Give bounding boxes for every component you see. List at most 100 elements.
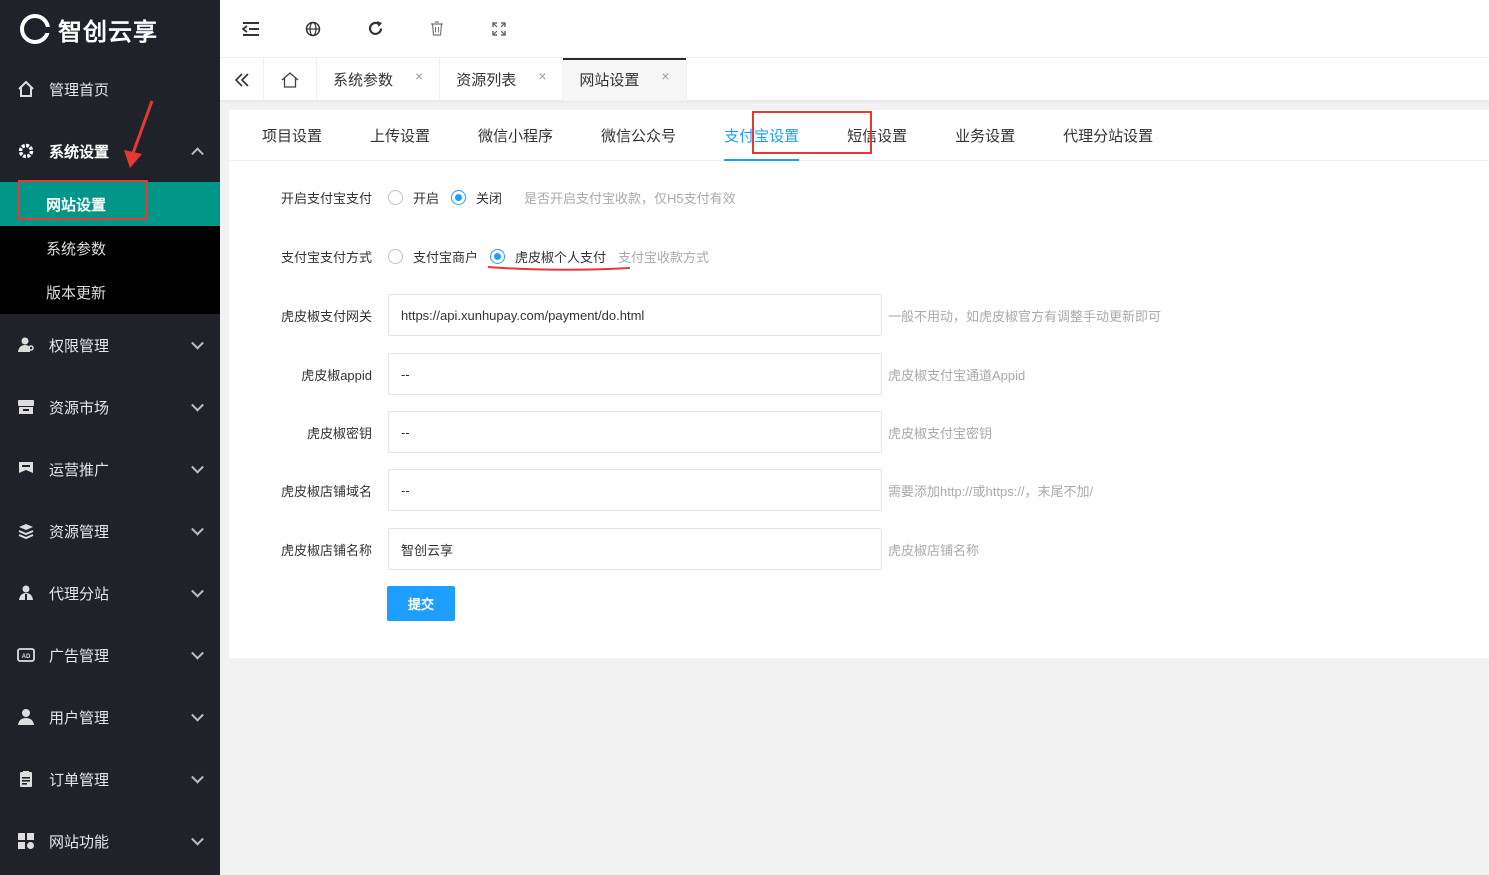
- radio-circle[interactable]: [388, 190, 403, 205]
- sidebar-subitem-label: 系统参数: [46, 240, 107, 258]
- home-icon: [281, 71, 299, 88]
- radio-alipay-merchant[interactable]: 支付宝商户: [388, 247, 478, 266]
- logo[interactable]: 智创云享: [0, 0, 220, 58]
- close-icon[interactable]: ×: [415, 68, 423, 84]
- form-label: 虎皮椒店铺名称: [280, 542, 372, 558]
- sidebar-item-agent-sites[interactable]: 代理分站: [0, 562, 220, 624]
- tab-home[interactable]: [264, 58, 317, 101]
- sidebar-item-label: 管理首页: [49, 81, 110, 99]
- ad-icon: AD: [17, 646, 35, 664]
- sidebar-item-home[interactable]: 管理首页: [0, 58, 220, 120]
- sidebar-item-label: 资源市场: [49, 399, 110, 417]
- chevron-down-icon: [191, 522, 204, 536]
- radio-enable-on[interactable]: 开启: [388, 188, 439, 207]
- annotation-highlight-box: [18, 180, 148, 220]
- refresh-button[interactable]: [344, 0, 406, 58]
- tab-system-params[interactable]: 系统参数 ×: [317, 58, 441, 101]
- page-tabs-bar: 系统参数 × 资源列表 × 网站设置 ×: [220, 58, 1489, 101]
- radio-label: 支付宝商户: [413, 250, 479, 265]
- appid-input[interactable]: --: [388, 353, 882, 395]
- sidebar-item-system-settings[interactable]: 系统设置: [0, 120, 220, 182]
- sidebar-subitem-system-params[interactable]: 系统参数: [0, 226, 220, 270]
- radio-label: 开启: [413, 191, 440, 206]
- user-icon: [17, 708, 35, 726]
- tab-resource-list[interactable]: 资源列表 ×: [440, 58, 564, 101]
- tab-upload-settings[interactable]: 上传设置: [351, 110, 449, 161]
- secret-input[interactable]: --: [388, 411, 882, 453]
- radio-circle-checked[interactable]: [490, 249, 506, 264]
- field-hint: 虎皮椒店铺名称: [888, 542, 980, 558]
- fullscreen-button[interactable]: [468, 0, 530, 58]
- shop-domain-input[interactable]: --: [388, 469, 882, 511]
- layers-icon: [17, 522, 35, 540]
- close-icon[interactable]: ×: [661, 68, 669, 84]
- form-row-appid: 虎皮椒appid -- 虎皮椒支付宝通道Appid: [229, 353, 1025, 395]
- tab-wechat-official-account[interactable]: 微信公众号: [582, 110, 695, 161]
- radio-label: 关闭: [476, 191, 503, 206]
- tab-label: 上传设置: [370, 128, 431, 145]
- logo-text: 智创云享: [58, 18, 158, 46]
- apps-icon: [17, 832, 35, 850]
- tab-website-settings[interactable]: 网站设置 ×: [563, 58, 687, 101]
- submit-button[interactable]: 提交: [387, 586, 455, 621]
- sidebar-item-label: 用户管理: [49, 709, 110, 727]
- sidebar-item-resource-management[interactable]: 资源管理: [0, 500, 220, 562]
- sidebar-item-label: 代理分站: [49, 585, 110, 603]
- tab-project-settings[interactable]: 项目设置: [243, 110, 341, 161]
- form-label: 虎皮椒密钥: [306, 425, 372, 441]
- tab-label: 项目设置: [262, 128, 323, 145]
- indent-icon: [242, 21, 259, 36]
- sidebar-item-operations[interactable]: 运营推广: [0, 438, 220, 500]
- sidebar-item-site-features[interactable]: 网站功能: [0, 810, 220, 872]
- close-icon[interactable]: ×: [538, 68, 546, 84]
- gateway-input[interactable]: https://api.xunhupay.com/payment/do.html: [388, 294, 882, 336]
- chevron-up-icon: [191, 147, 204, 161]
- tab-label: 网站设置: [579, 72, 640, 89]
- chevron-down-icon: [191, 398, 204, 412]
- chevron-down-icon: [191, 460, 204, 474]
- sidebar-item-ads[interactable]: AD 广告管理: [0, 624, 220, 686]
- website-button[interactable]: [282, 0, 344, 58]
- tab-wechat-miniprogram[interactable]: 微信小程序: [459, 110, 572, 161]
- chevron-down-icon: [191, 646, 204, 660]
- sidebar: 智创云享 管理首页 系统设置 网站设置 系统参数 版本更新 权限管理 资源市场 …: [0, 0, 220, 875]
- fullscreen-icon: [492, 21, 506, 36]
- form-label: 虎皮椒店铺域名: [280, 483, 372, 499]
- form-row-shop-name: 虎皮椒店铺名称 智创云享 虎皮椒店铺名称: [229, 528, 979, 570]
- tab-agent-site-settings[interactable]: 代理分站设置: [1044, 110, 1172, 161]
- sidebar-item-permissions[interactable]: 权限管理: [0, 314, 220, 376]
- radio-enable-off[interactable]: 关闭: [451, 188, 502, 207]
- globe-icon: [305, 21, 321, 36]
- sidebar-item-label: 系统设置: [49, 143, 110, 161]
- radio-circle[interactable]: [388, 249, 403, 264]
- field-hint: 虎皮椒支付宝通道Appid: [888, 367, 1026, 383]
- form-row-enable: 开启支付宝支付 开启 关闭 是否开启支付宝收款，仅H5支付有效: [229, 188, 736, 207]
- sidebar-item-orders[interactable]: 订单管理: [0, 748, 220, 810]
- store-icon: [17, 398, 35, 416]
- clear-cache-button[interactable]: [406, 0, 468, 58]
- shop-name-input[interactable]: 智创云享: [388, 528, 882, 570]
- sidebar-item-users[interactable]: 用户管理: [0, 686, 220, 748]
- logo-icon: [20, 14, 50, 44]
- flag-icon: [17, 460, 35, 478]
- radio-circle-checked[interactable]: [451, 190, 467, 205]
- form-label: 虎皮椒appid: [301, 367, 372, 383]
- tab-label: 资源列表: [456, 72, 517, 89]
- refresh-icon: [368, 21, 382, 35]
- sidebar-item-label: 订单管理: [49, 771, 110, 789]
- tab-label: 业务设置: [955, 128, 1016, 145]
- chevron-down-icon: [191, 770, 204, 784]
- group-icon: [17, 584, 35, 602]
- form-label: 虎皮椒支付网关: [280, 308, 372, 324]
- annotation-arrow-icon: [124, 100, 154, 168]
- tab-label: 微信公众号: [601, 128, 677, 145]
- tab-business-settings[interactable]: 业务设置: [936, 110, 1034, 161]
- sidebar-item-label: 网站功能: [49, 833, 110, 851]
- tabs-scroll-left-button[interactable]: [220, 58, 264, 101]
- sidebar-item-resource-market[interactable]: 资源市场: [0, 376, 220, 438]
- enable-radio-group: 开启 关闭: [388, 188, 514, 207]
- field-hint: 虎皮椒支付宝密钥: [888, 425, 993, 441]
- form-row-gateway: 虎皮椒支付网关 https://api.xunhupay.com/payment…: [229, 294, 1161, 336]
- collapse-menu-button[interactable]: [220, 0, 282, 58]
- sidebar-subitem-version-update[interactable]: 版本更新: [0, 270, 220, 314]
